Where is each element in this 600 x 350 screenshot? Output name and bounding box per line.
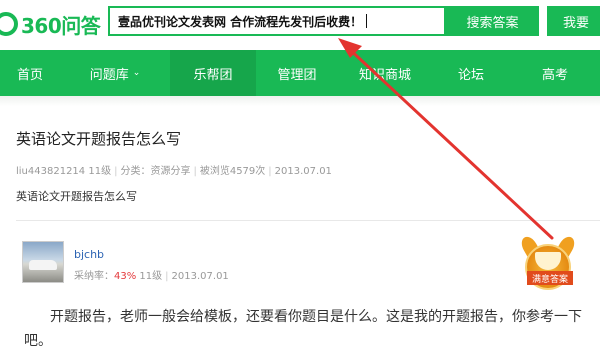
question-body: 英语论文开题报告怎么写 bbox=[16, 190, 137, 203]
nav-item-question-bank[interactable]: 问题库 ⌄ bbox=[60, 50, 170, 96]
question-category[interactable]: 分类：资源分享 bbox=[120, 166, 190, 177]
logo-ring-icon bbox=[0, 12, 18, 36]
divider bbox=[16, 220, 600, 221]
question-date: 2013.07.01 bbox=[274, 166, 332, 177]
nav-item-label: 高考 bbox=[541, 67, 568, 83]
nav-shadow bbox=[0, 96, 600, 106]
chevron-down-icon: ⌄ bbox=[132, 68, 141, 78]
satisfied-answer-badge: 满意答案 bbox=[518, 226, 587, 292]
question-title[interactable]: 英语论文开题报告怎么写 bbox=[16, 128, 181, 149]
nav-item-forum[interactable]: 论坛 bbox=[432, 50, 510, 96]
question-user[interactable]: liu443821214 bbox=[16, 166, 85, 177]
ask-button[interactable]: 我要 bbox=[547, 6, 600, 36]
question-meta: liu443821214 11级 | 分类：资源分享 | 被浏览4579次 | 2013.0… bbox=[16, 166, 332, 177]
question-level: 11级 bbox=[88, 166, 112, 177]
nav-item-admin-team[interactable]: 管理团 bbox=[256, 50, 338, 96]
answer-text: 开题报告，老师一般会给模板，还要看你题目是什么。这是我的开题报告，你参考一下吧。 bbox=[24, 309, 582, 349]
nav-item-help-team[interactable]: 乐帮团 bbox=[170, 50, 256, 96]
logo-text: 360问答 bbox=[21, 13, 101, 38]
answer-username[interactable]: bjchb bbox=[74, 248, 104, 261]
nav-item-label: 知识商城 bbox=[358, 67, 411, 83]
nav-item-home[interactable]: 首页 bbox=[0, 50, 60, 96]
search-input-value: 壹品优刊论文发表网 合作流程先发刊后收费！ bbox=[118, 14, 363, 29]
nav-item-knowledge-store[interactable]: 知识商城 bbox=[338, 50, 432, 96]
search-input[interactable]: 壹品优刊论文发表网 合作流程先发刊后收费！ bbox=[108, 6, 446, 36]
car-image bbox=[29, 260, 57, 270]
nav-item-gaokao[interactable]: 高考 bbox=[510, 50, 600, 96]
answer-level: 11级 bbox=[139, 271, 163, 282]
badge-label: 满意答案 bbox=[527, 271, 573, 285]
nav-item-label: 乐帮团 bbox=[193, 67, 233, 83]
nav-item-label: 管理团 bbox=[277, 67, 317, 83]
answer-date: 2013.07.01 bbox=[171, 271, 229, 282]
answer-meta: 采纳率：43% 11级 | 2013.07.01 bbox=[74, 271, 229, 282]
text-caret bbox=[366, 14, 368, 28]
adoption-label: 采纳率： bbox=[74, 271, 114, 282]
search-button[interactable]: 搜索答案 bbox=[446, 6, 539, 36]
nav-item-label: 问题库 bbox=[89, 67, 129, 83]
nav-item-label: 首页 bbox=[16, 67, 43, 83]
nav-item-label: 论坛 bbox=[457, 67, 484, 83]
site-header: 360问答 壹品优刊论文发表网 合作流程先发刊后收费！ 搜索答案 我要 bbox=[0, 0, 600, 50]
adoption-rate: 43% bbox=[114, 271, 137, 282]
logo[interactable]: 360问答 bbox=[0, 9, 101, 39]
main-nav: 首页 问题库 ⌄ 乐帮团 管理团 知识商城 论坛 高考 bbox=[0, 50, 600, 96]
question-views: 被浏览4579次 bbox=[199, 166, 266, 177]
avatar[interactable] bbox=[22, 241, 64, 283]
